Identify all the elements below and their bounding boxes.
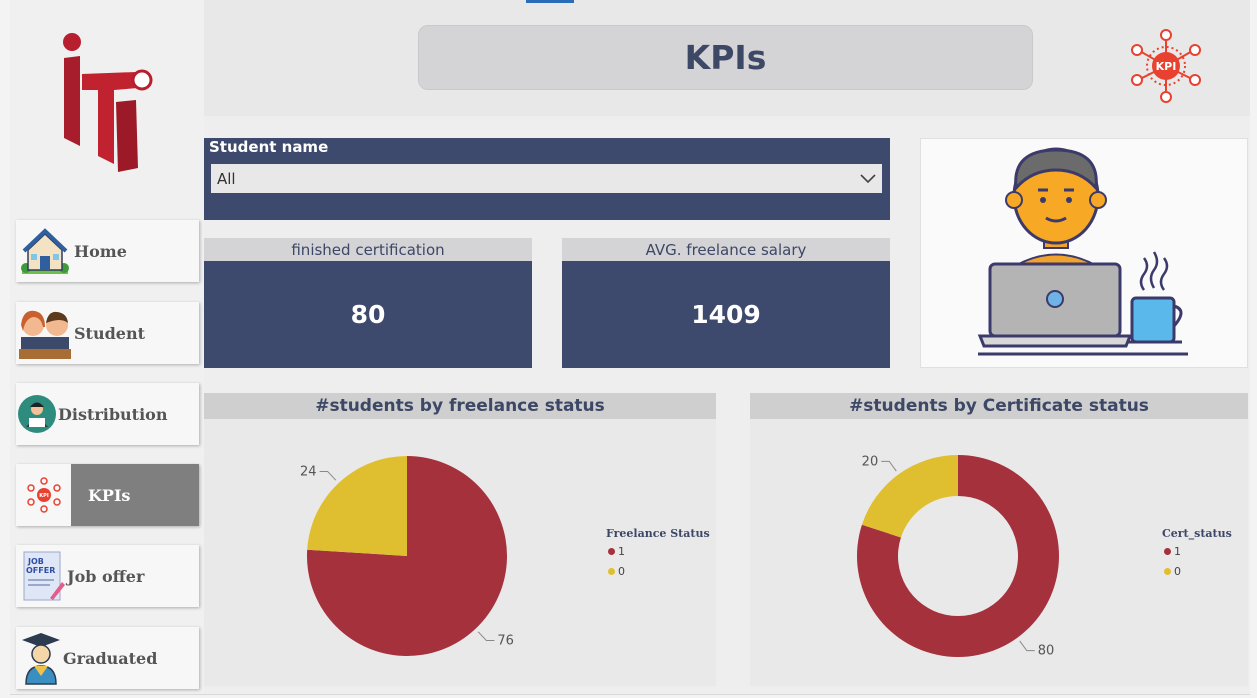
iti-logo xyxy=(63,33,153,172)
chevron-down-icon xyxy=(860,174,876,184)
nav-button-kpis[interactable]: KPI KPIs xyxy=(16,464,199,526)
leader-line xyxy=(319,470,337,481)
legend-dot xyxy=(608,568,615,575)
nav-label-home: Home xyxy=(74,241,127,261)
student-name-dropdown[interactable]: All xyxy=(211,164,882,193)
kpi-network-icon: KPI xyxy=(1131,29,1201,103)
data-label: 24 xyxy=(300,464,317,479)
kpi-icon: KPI xyxy=(16,464,71,526)
student-reading-icon xyxy=(16,383,58,445)
chart-freelance-status: #students by freelance status 76 24 Freel… xyxy=(204,393,716,686)
legend-freelance: Freelance Status 1 0 xyxy=(606,527,710,585)
slicer-selected-value: All xyxy=(217,169,236,188)
nav-label-student: Student xyxy=(74,323,145,343)
job-offer-icon: JOB OFFER xyxy=(16,545,70,607)
chart-title: #students by freelance status xyxy=(204,393,716,419)
legend-item[interactable]: 1 xyxy=(1162,545,1232,558)
legend-item[interactable]: 0 xyxy=(606,565,710,578)
students-icon xyxy=(16,302,74,364)
slicer-title: Student name xyxy=(209,138,329,156)
data-label: 76 xyxy=(497,634,514,649)
legend-label: 0 xyxy=(1174,565,1181,578)
nav-label-job-offer: Job offer xyxy=(67,566,145,586)
graduate-icon xyxy=(16,627,66,689)
card-avg-freelance-salary: AVG. freelance salary 1409 xyxy=(562,238,890,368)
legend-label: 1 xyxy=(618,545,625,558)
svg-text:KPI: KPI xyxy=(39,493,49,499)
legend-label: 0 xyxy=(618,565,625,578)
bottom-divider xyxy=(10,694,1250,695)
page-title: KPIs xyxy=(418,25,1033,90)
chart-title: #students by Certificate status xyxy=(750,393,1248,419)
legend-title: Cert_status xyxy=(1162,527,1232,540)
legend-title: Freelance Status xyxy=(606,527,710,540)
legend-dot xyxy=(608,548,615,555)
leader-line xyxy=(477,631,495,642)
svg-text:OFFER: OFFER xyxy=(26,566,55,575)
legend-dot xyxy=(1164,548,1171,555)
nav-button-student[interactable]: Student xyxy=(16,302,199,364)
nav-button-graduated[interactable]: Graduated xyxy=(16,627,199,689)
card-finished-certification: finished certification 80 xyxy=(204,238,532,368)
house-icon xyxy=(16,220,74,282)
legend-label: 1 xyxy=(1174,545,1181,558)
nav-label-graduated: Graduated xyxy=(63,648,158,668)
card-value: 1409 xyxy=(562,261,890,368)
card-label: AVG. freelance salary xyxy=(562,238,890,261)
data-label: 80 xyxy=(1038,644,1055,659)
legend-item[interactable]: 0 xyxy=(1162,565,1232,578)
top-accent-line xyxy=(526,0,574,3)
student-laptop-illustration xyxy=(920,138,1248,368)
data-label: 20 xyxy=(862,454,879,469)
legend-certificate: Cert_status 1 0 xyxy=(1162,527,1232,585)
legend-item[interactable]: 1 xyxy=(606,545,710,558)
card-label: finished certification xyxy=(204,238,532,261)
svg-text:JOB: JOB xyxy=(27,557,44,566)
leader-line xyxy=(881,460,897,472)
chart-certificate-status: #students by Certificate status 80 20 Cer… xyxy=(750,393,1248,686)
nav-label-distribution: Distribution xyxy=(58,404,168,424)
leader-line xyxy=(1019,640,1035,652)
nav-button-job-offer[interactable]: JOB OFFER Job offer xyxy=(16,545,199,607)
nav-label-kpis: KPIs xyxy=(88,485,131,505)
card-value: 80 xyxy=(204,261,532,368)
svg-text:KPI: KPI xyxy=(1156,60,1177,73)
nav-button-home[interactable]: Home xyxy=(16,220,199,282)
legend-dot xyxy=(1164,568,1171,575)
nav-button-distribution[interactable]: Distribution xyxy=(16,383,199,445)
student-name-slicer: Student name All xyxy=(204,138,890,220)
